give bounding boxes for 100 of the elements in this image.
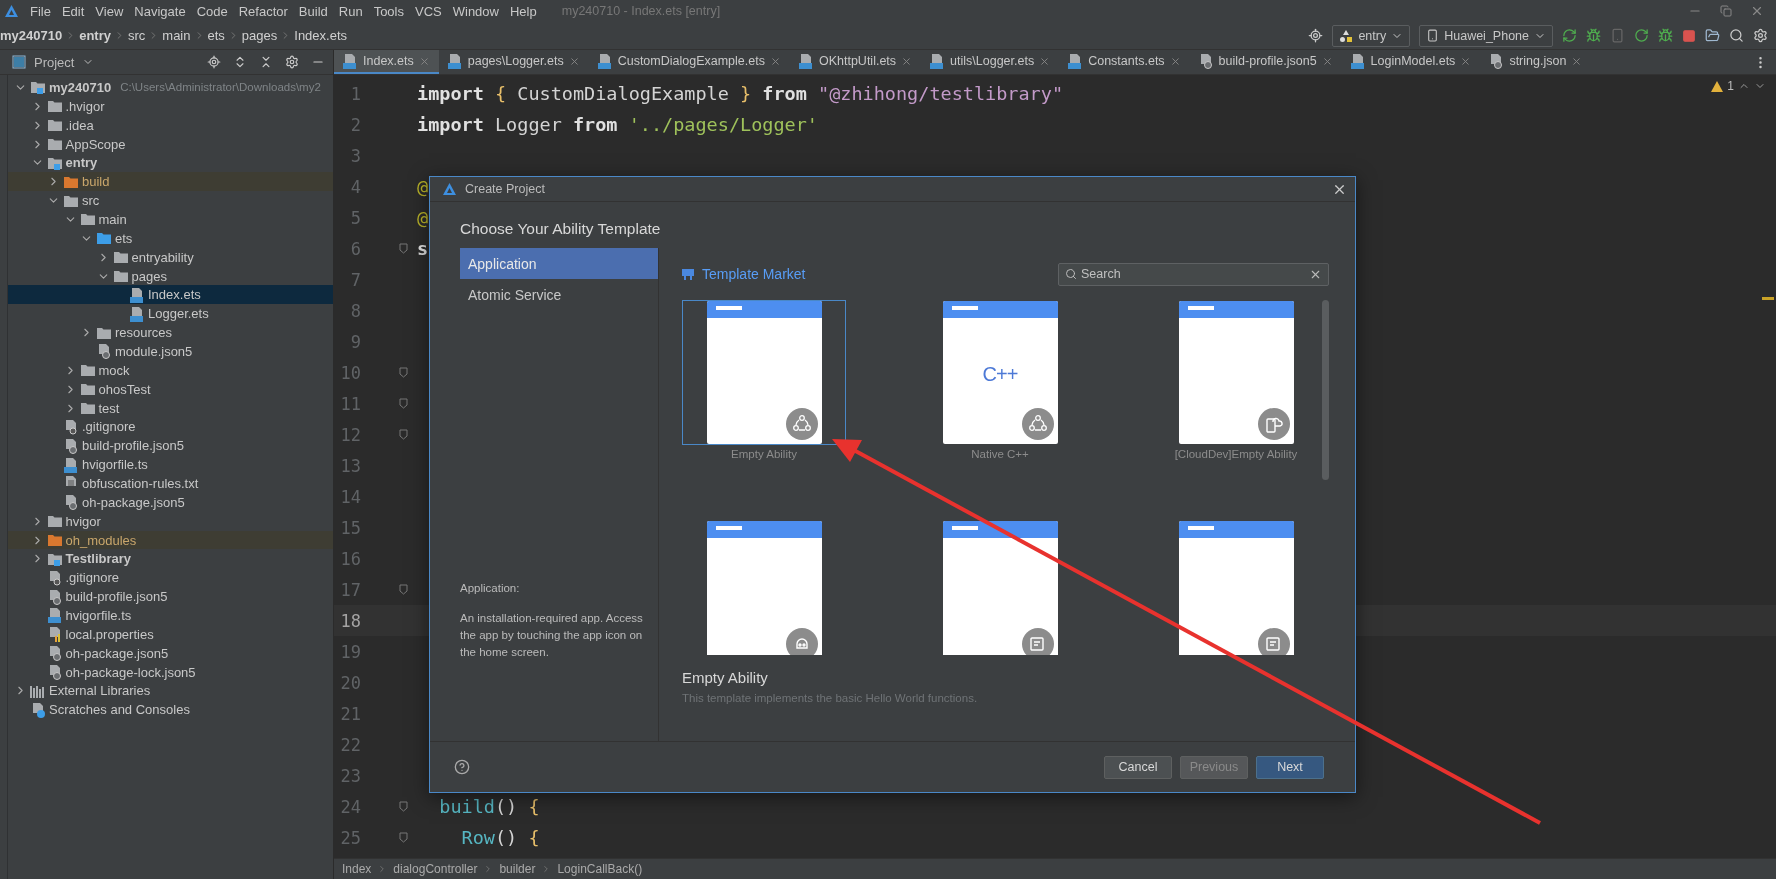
tree-item[interactable]: test [8,398,333,418]
tree-item[interactable]: main [8,210,333,229]
warning-icon[interactable] [1711,80,1724,92]
editor-tab[interactable]: Constants.ets [1059,50,1190,74]
breadcrumb-item[interactable]: dialogController [393,862,478,876]
stop-icon[interactable] [1682,28,1696,43]
editor-tab[interactable]: OKhttpUtil.ets [789,50,922,74]
menu-item[interactable]: Edit [61,3,85,19]
tree-item[interactable]: obfuscation-rules.txt [8,474,333,493]
help-icon[interactable] [454,759,470,775]
editor-tab[interactable]: LoginModel.ets [1341,50,1481,74]
folder-icon[interactable] [1705,28,1720,43]
tree-item[interactable]: oh-package-lock.json5 [8,662,333,682]
device-dropdown[interactable]: Huawei_Phone [1419,24,1553,47]
tree-item[interactable]: Logger.ets [8,304,333,324]
close-icon[interactable] [568,55,580,67]
menu-item[interactable]: Window [452,3,499,19]
tree-item[interactable]: entry [8,153,333,173]
dialog-button[interactable]: Next [1256,755,1324,779]
editor-tab[interactable]: CustomDialogExample.ets [588,50,790,74]
menu-item[interactable]: Run [338,3,363,19]
tree-item[interactable]: .gitignore [8,417,333,437]
tree-item[interactable]: build-profile.json5 [8,587,333,607]
menu-item[interactable]: View [95,3,124,19]
breadcrumb-item[interactable]: pages [241,28,278,43]
menu-item[interactable]: File [30,3,51,19]
warning-count[interactable]: 1 [1727,79,1734,93]
close-icon[interactable] [1571,55,1583,67]
search-icon[interactable] [1729,28,1744,43]
fold-marker-icon[interactable] [399,429,408,440]
module-dropdown[interactable]: entry [1332,24,1411,47]
target-icon[interactable] [207,55,221,69]
fold-marker-icon[interactable] [399,398,408,409]
tree-item[interactable]: ets [8,228,333,248]
tree-item[interactable]: entryability [8,247,333,267]
tree-item[interactable]: Scratches and Consoles [8,700,333,720]
debug-icon[interactable] [1586,28,1601,43]
tree-item[interactable]: .hvigor [8,96,333,116]
editor-tab[interactable]: utils\Logger.ets [921,50,1060,74]
editor-tab[interactable]: Index.ets [334,50,439,74]
breadcrumb-item[interactable]: main [162,28,191,43]
menu-item[interactable]: VCS [415,3,442,19]
settings-icon[interactable] [285,55,299,69]
template-card[interactable]: C++ [918,300,1082,445]
template-market-link[interactable]: Template Market [702,266,806,282]
run-icon[interactable] [1562,28,1577,43]
template-card[interactable] [682,300,846,445]
fold-marker-icon[interactable] [399,801,408,812]
settings-icon[interactable] [1753,28,1768,43]
tree-item[interactable]: .idea [8,115,333,135]
category-item[interactable]: Application [460,248,658,279]
breadcrumb-item[interactable]: ets [207,28,225,43]
tree-item[interactable]: oh-package.json5 [8,643,333,663]
tree-item[interactable]: build [8,172,333,192]
editor-tab[interactable]: build-profile.json5 [1189,50,1342,74]
menu-item[interactable]: Build [298,3,328,19]
breadcrumb-item[interactable]: LoginCallBack() [557,862,643,876]
tree-item[interactable]: module.json5 [8,342,333,361]
restore-icon[interactable] [1720,5,1732,17]
tree-item[interactable]: pages [8,266,333,286]
close-icon[interactable] [1750,4,1764,18]
tree-item[interactable]: Testlibrary [8,549,333,569]
dialog-button[interactable]: Cancel [1104,755,1172,779]
tree-item[interactable]: hvigorfile.ts [8,455,333,475]
category-item[interactable]: Atomic Service [460,279,658,310]
tree-item[interactable]: build-profile.json5 [8,436,333,456]
tree-item[interactable]: local.properties [8,624,333,644]
collapse-all-icon[interactable] [259,55,273,69]
fold-marker-icon[interactable] [399,584,408,595]
breadcrumb-item[interactable]: my240710 [0,28,63,43]
tree-item[interactable]: .gitignore [8,568,333,588]
fold-marker-icon[interactable] [399,243,408,254]
tree-item[interactable]: mock [8,360,333,380]
target-icon[interactable] [1308,28,1324,43]
close-icon[interactable] [901,55,913,67]
menu-item[interactable]: Tools [373,3,404,19]
fold-marker-icon[interactable] [399,832,408,843]
close-icon[interactable] [769,55,781,67]
tree-item[interactable]: hvigorfile.ts [8,606,333,625]
tree-item[interactable]: oh_modules [8,530,333,550]
tree-item[interactable]: hvigor [8,511,333,531]
menu-item[interactable]: Code [196,3,228,19]
tree-item[interactable]: External Libraries [8,681,333,701]
profile-icon[interactable] [1658,28,1673,43]
tree-item[interactable]: src [8,191,333,210]
breadcrumb-item[interactable]: entry [79,28,111,43]
breadcrumb-item[interactable]: Index [342,862,372,876]
panel-title[interactable]: Project [34,54,75,70]
reload-icon[interactable] [1634,28,1649,43]
tree-item[interactable]: Index.ets [8,285,333,305]
scrollbar[interactable] [1322,300,1329,480]
editor-tab[interactable]: pages\Logger.ets [438,50,589,74]
close-icon[interactable] [1169,55,1181,67]
menu-item[interactable]: Navigate [134,3,186,19]
tree-item[interactable]: my240710 C:\Users\Administrator\Downloads\my2 [8,78,333,97]
close-icon[interactable] [1039,55,1051,67]
editor-tab[interactable]: string.json [1480,50,1592,74]
breadcrumb-item[interactable]: Index.ets [294,28,348,43]
tree-item[interactable]: ohosTest [8,379,333,399]
fold-marker-icon[interactable] [399,367,408,378]
